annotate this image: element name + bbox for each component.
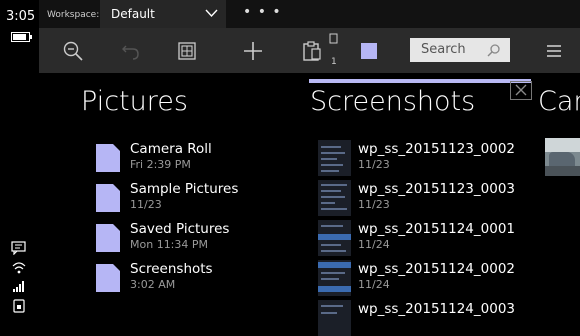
clock: 3:05: [6, 9, 36, 24]
item-date: 11/24: [358, 238, 390, 251]
list-item[interactable]: wp_ss_20151124_0001 11/24: [318, 220, 538, 256]
list-item[interactable]: Saved Pictures Mon 11:34 PM: [96, 220, 286, 256]
list-item[interactable]: wp_ss_20151123_0003 11/23: [318, 180, 538, 216]
tab-square-icon: [361, 42, 377, 59]
item-name: Camera Roll: [130, 141, 212, 157]
folder-icon: [96, 224, 120, 252]
close-icon: [515, 84, 527, 96]
item-date: 11/23: [358, 158, 390, 171]
clipboard-icon: [303, 40, 321, 61]
folder-icon: [96, 184, 120, 212]
workspace-value: Default: [111, 7, 155, 21]
plus-icon: [244, 41, 262, 60]
item-date: 3:02 AM: [130, 278, 176, 291]
item-name: wp_ss_20151123_0003: [358, 181, 515, 197]
sim-icon: [13, 299, 25, 313]
item-name: Sample Pictures: [130, 181, 239, 197]
column-title-pictures: Pictures: [81, 86, 188, 117]
thumbnail: [318, 260, 351, 296]
message-icon: [11, 241, 26, 255]
item-date: 11/24: [358, 278, 390, 291]
list-item[interactable]: Screenshots 3:02 AM: [96, 260, 286, 296]
item-date: Fri 2:39 PM: [130, 158, 191, 171]
item-name: Saved Pictures: [130, 221, 230, 237]
folder-icon: [96, 144, 120, 172]
new-button[interactable]: [238, 28, 268, 73]
paste-button[interactable]: [297, 28, 327, 73]
list-item[interactable]: wp_ss_20151124_0003: [318, 300, 538, 336]
zoom-out-button[interactable]: [58, 28, 88, 73]
search-placeholder: Search: [421, 42, 466, 57]
close-column-button[interactable]: [510, 81, 532, 100]
signal-icon: [13, 281, 24, 292]
more-options-button[interactable]: • • •: [243, 4, 282, 20]
search-icon[interactable]: [487, 43, 501, 57]
item-name: wp_ss_20151124_0003: [358, 301, 515, 317]
tab-button[interactable]: [355, 28, 383, 73]
item-name: Screenshots: [130, 261, 213, 277]
list-item[interactable]: wp_ss_20151123_0002 11/23: [318, 140, 538, 176]
select-all-button[interactable]: [172, 28, 202, 73]
battery-icon: [11, 32, 32, 42]
grid-select-icon: [178, 41, 196, 60]
item-date: 11/23: [130, 198, 162, 211]
item-date: Mon 11:34 PM: [130, 238, 209, 251]
list-item[interactable]: Sample Pictures 11/23: [96, 180, 286, 216]
undo-icon: [122, 45, 139, 60]
list-item[interactable]: Camera Roll Fri 2:39 PM: [96, 140, 286, 176]
wifi-icon: [12, 262, 26, 274]
item-name: wp_ss_20151123_0002: [358, 141, 515, 157]
camera-roll-thumbnail[interactable]: [545, 138, 580, 176]
zoom-out-icon: [63, 41, 83, 61]
thumbnail: [318, 300, 351, 336]
status-bar: [0, 0, 39, 326]
column-title-screenshots: Screenshots: [310, 86, 476, 117]
hamburger-icon: [547, 44, 561, 57]
item-date: 11/23: [358, 198, 390, 211]
thumbnail: [318, 140, 351, 176]
folder-icon: [96, 264, 120, 292]
copy-icon: [329, 33, 338, 44]
tab-count: 1: [331, 57, 337, 67]
thumbnail: [318, 220, 351, 256]
item-name: wp_ss_20151124_0001: [358, 221, 515, 237]
undo-button[interactable]: [116, 28, 146, 73]
column-title-third: Car: [538, 86, 580, 117]
chevron-down-icon: [205, 9, 218, 18]
item-name: wp_ss_20151124_0002: [358, 261, 515, 277]
list-item[interactable]: wp_ss_20151124_0002 11/24: [318, 260, 538, 296]
thumbnail: [318, 180, 351, 216]
active-column-indicator: [309, 79, 531, 83]
workspace-label: Workspace:: [47, 10, 100, 20]
menu-button[interactable]: [538, 28, 570, 73]
